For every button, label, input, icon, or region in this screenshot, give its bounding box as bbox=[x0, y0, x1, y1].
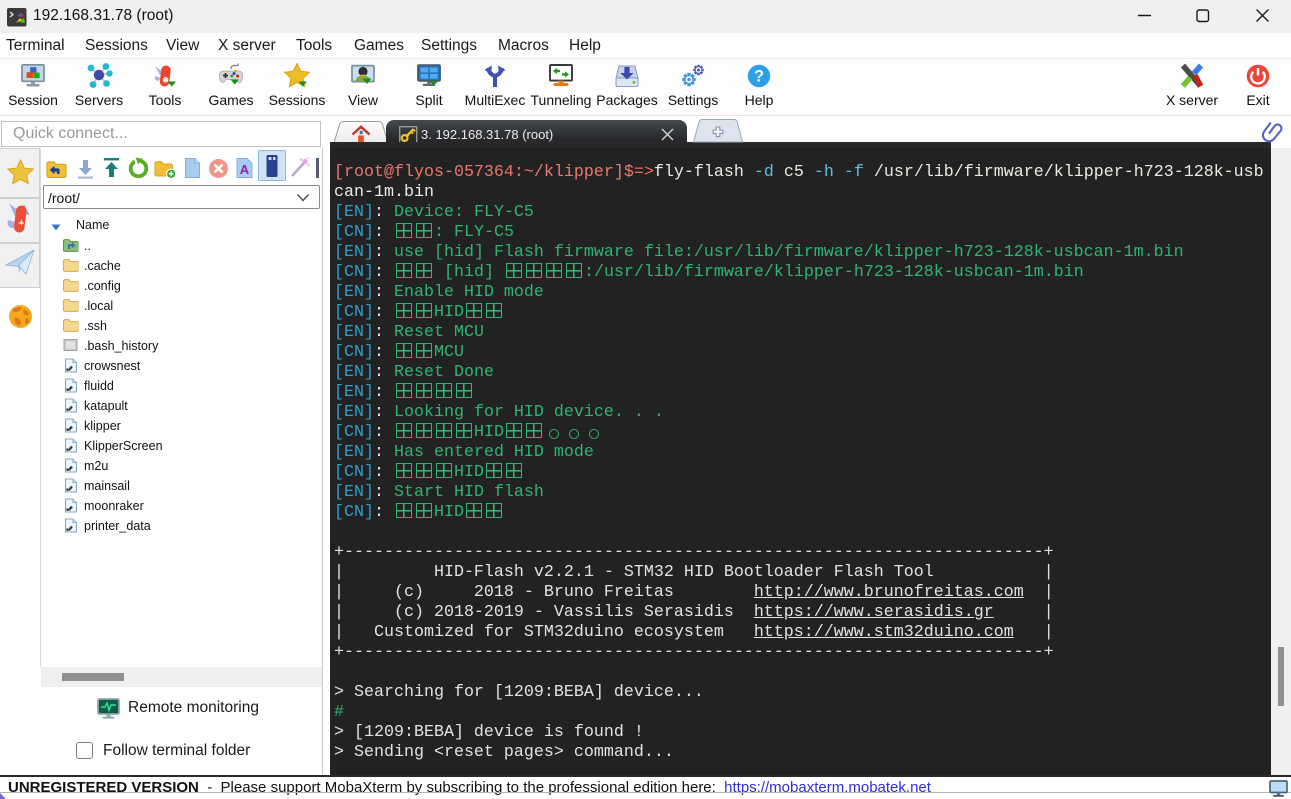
svg-text:A: A bbox=[240, 162, 250, 177]
svg-text:?: ? bbox=[754, 68, 764, 86]
